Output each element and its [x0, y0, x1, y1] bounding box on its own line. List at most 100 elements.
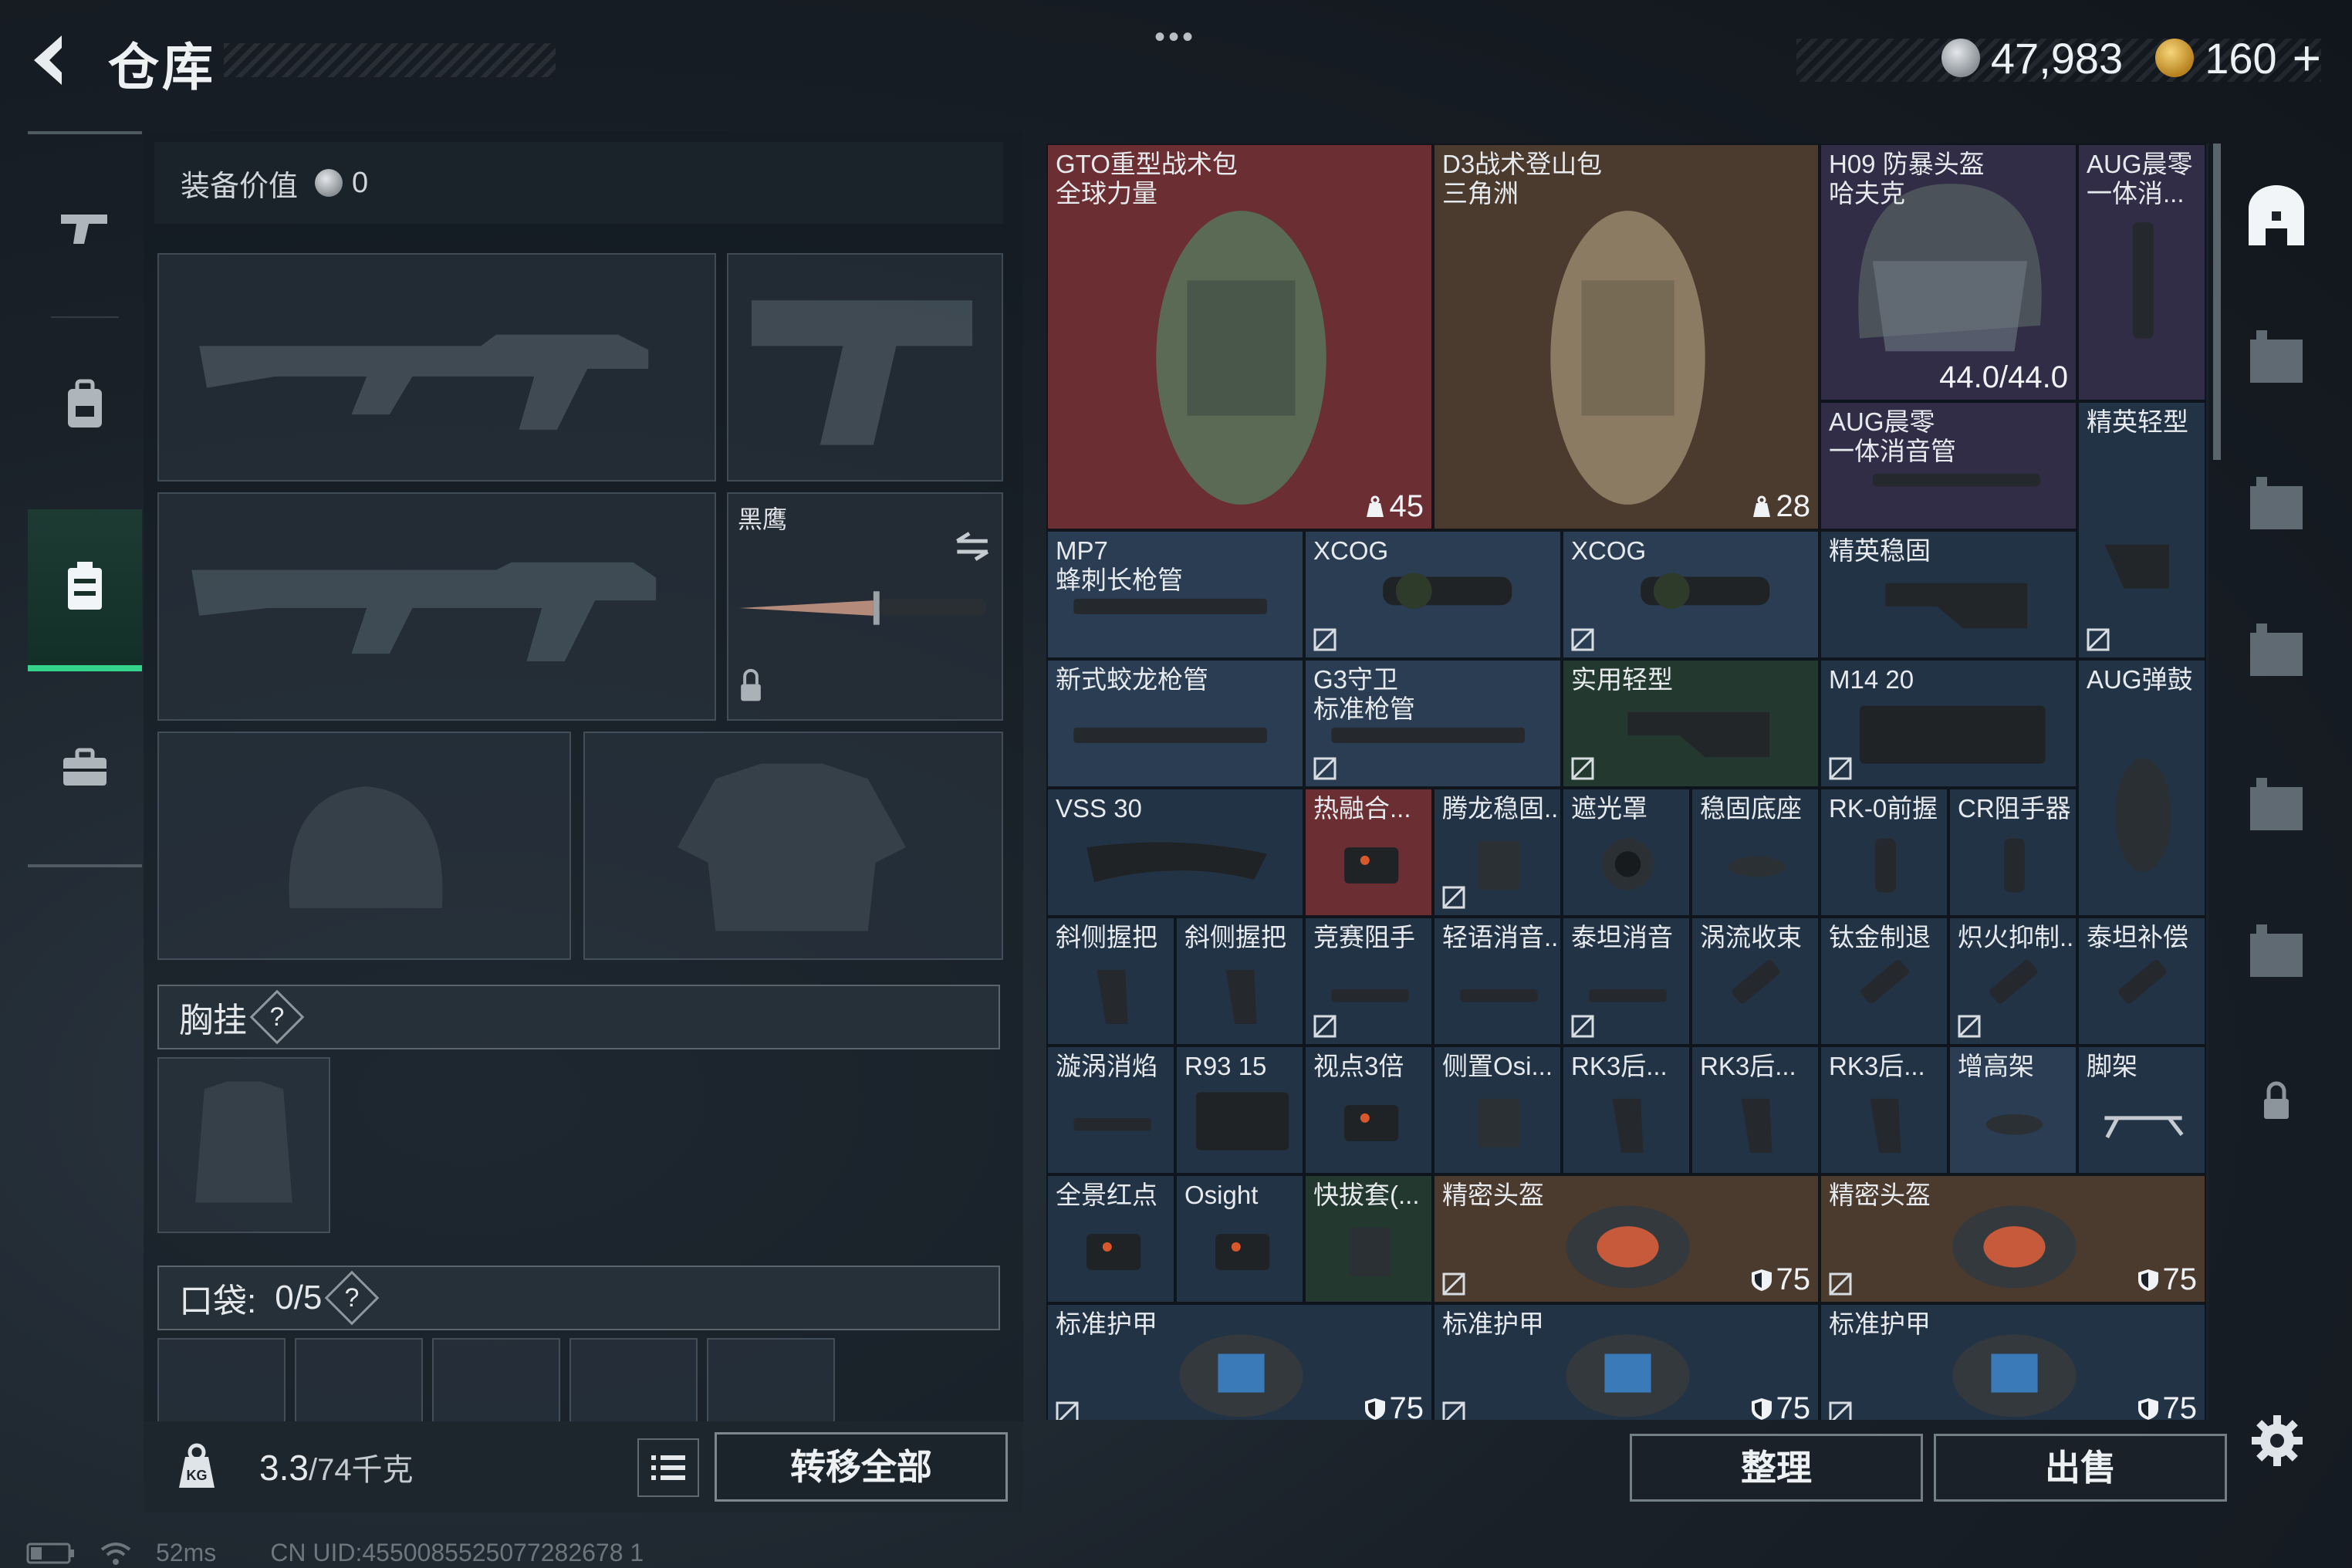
stash-item[interactable]: 精密头盔 75 [1820, 1174, 2206, 1303]
list-view-button[interactable] [637, 1438, 699, 1497]
lock-icon [2264, 1081, 2289, 1119]
stash-item[interactable]: CR阻手器 [1948, 788, 2077, 917]
item-name: XCOG [1571, 536, 1647, 565]
transfer-all-button[interactable]: 转移全部 [715, 1432, 1008, 1502]
weight-icon [1366, 495, 1384, 517]
stash-item[interactable]: RK3后... [1562, 1046, 1691, 1174]
title-stripe [224, 43, 556, 77]
stash-item[interactable]: 斜侧握把 [1175, 917, 1304, 1046]
stash-item[interactable]: 腾龙稳固... [1433, 788, 1562, 917]
loadout-panel: 装备价值 0 黑鹰 胸挂 ? 口袋: 0/5 ? [144, 131, 1023, 1512]
stash-page-6-icon[interactable] [2244, 918, 2309, 983]
stash-item[interactable]: MP7 蜂刺长枪管 [1046, 530, 1304, 659]
stash-item[interactable]: 泰坦补偿 [2077, 917, 2206, 1046]
nav-separator [51, 316, 119, 318]
stash-item[interactable]: 钛金制退 [1820, 917, 1948, 1046]
item-name: RK-0前握 [1829, 794, 1938, 823]
pocket-help-button[interactable]: ? [325, 1270, 380, 1326]
melee-slot[interactable]: 黑鹰 [727, 492, 1003, 721]
stash-item[interactable]: H09 防暴头盔 哈夫克 44.0/44.0 [1820, 144, 2077, 401]
stash-item[interactable]: 泰坦消音 [1562, 917, 1691, 1046]
armor-shield-icon [2137, 1398, 2158, 1420]
stash-item[interactable]: RK3后... [1691, 1046, 1820, 1174]
stash-item[interactable]: 斜侧握把 [1046, 917, 1175, 1046]
item-name: RK3后... [1571, 1052, 1668, 1080]
stash-item[interactable]: 新式蛟龙枪管 [1046, 659, 1304, 788]
item-image [2104, 544, 2169, 589]
pistol-slot[interactable] [727, 253, 1003, 482]
stash-item[interactable]: 竞赛阻手 [1304, 917, 1433, 1046]
stash-item[interactable]: 侧置Osi... [1433, 1046, 1562, 1174]
helmet-slot[interactable] [157, 732, 571, 960]
stash-item[interactable]: M14 20 [1820, 659, 2077, 788]
nav-briefcase[interactable] [28, 687, 142, 849]
home-stash-icon[interactable] [2244, 185, 2309, 250]
no-insure-icon [1313, 1015, 1337, 1038]
stash-item[interactable]: 漩涡消焰 [1046, 1046, 1175, 1174]
stash-item[interactable]: G3守卫 标准枪管 [1304, 659, 1562, 788]
primary-weapon-slot[interactable] [157, 253, 716, 482]
nav-backpack[interactable] [28, 324, 142, 486]
stash-item[interactable]: 标准护甲 75 [1433, 1303, 1820, 1420]
item-badge: 28 [1750, 489, 1810, 524]
stash-item[interactable]: XCOG [1304, 530, 1562, 659]
stash-item[interactable]: 涡流收束 [1691, 917, 1820, 1046]
stash-item[interactable]: 遮光罩 [1562, 788, 1691, 917]
stash-page-2-icon[interactable] [2244, 324, 2309, 389]
stash-page-5-icon[interactable] [2244, 772, 2309, 836]
no-insure-icon [1442, 1401, 1465, 1420]
stash-item[interactable]: 实用轻型 [1562, 659, 1820, 788]
pocket-slot-5[interactable] [707, 1338, 835, 1423]
stash-item[interactable]: R93 15 [1175, 1046, 1304, 1174]
stash-item[interactable]: 精英稳固 [1820, 530, 2077, 659]
stash-item[interactable]: AUG晨零 一体消音管 [1820, 401, 2077, 530]
stash-item[interactable]: 增高架 [1948, 1046, 2077, 1174]
stash-item[interactable]: Osight [1175, 1174, 1304, 1303]
stash-item[interactable]: 稳固底座 [1691, 788, 1820, 917]
stash-page-4-icon[interactable] [2244, 617, 2309, 682]
item-name: 标准护甲 [1056, 1309, 1157, 1338]
item-name: GTO重型战术包 全球力量 [1056, 150, 1238, 208]
pocket-slot-3[interactable] [432, 1338, 560, 1423]
add-currency-button[interactable]: + [2293, 29, 2321, 86]
stash-item[interactable]: 精英轻型 [2077, 401, 2206, 659]
stash-item[interactable]: 视点3倍 [1304, 1046, 1433, 1174]
more-menu-button[interactable]: ••• [1154, 20, 1196, 55]
stash-item[interactable]: 轻语消音... [1433, 917, 1562, 1046]
secondary-weapon-slot[interactable] [157, 492, 716, 721]
stash-item[interactable]: 快拔套(... [1304, 1174, 1433, 1303]
pocket-slot-2[interactable] [295, 1338, 423, 1423]
back-arrow-icon[interactable] [23, 29, 85, 91]
stash-item[interactable]: GTO重型战术包 全球力量 45 [1046, 144, 1433, 530]
pocket-slot-1[interactable] [157, 1338, 286, 1423]
stash-item[interactable]: 标准护甲 75 [1046, 1303, 1433, 1420]
stash-item[interactable]: 精密头盔 75 [1433, 1174, 1820, 1303]
nav-weapons[interactable] [28, 147, 142, 309]
stash-item[interactable]: 热融合... [1304, 788, 1433, 917]
sort-button[interactable]: 整理 [1630, 1434, 1923, 1502]
stash-item[interactable]: 标准护甲 75 [1820, 1303, 2206, 1420]
stash-item[interactable]: 全景红点 [1046, 1174, 1175, 1303]
stash-item[interactable]: D3战术登山包 三角洲 28 [1433, 144, 1820, 530]
stash-item[interactable]: XCOG [1562, 530, 1820, 659]
stash-item[interactable]: RK-0前握 [1820, 788, 1948, 917]
item-badge: 75 [2137, 1391, 2197, 1420]
stash-item[interactable]: 炽火抑制... [1948, 917, 2077, 1046]
stash-item[interactable]: RK3后... [1820, 1046, 1948, 1174]
stash-page-3-icon[interactable] [2244, 471, 2309, 536]
chest-rig-help-button[interactable]: ? [249, 989, 305, 1045]
sell-button[interactable]: 出售 [1934, 1434, 2227, 1502]
ping-value: 52ms [156, 1539, 217, 1566]
settings-gear-icon[interactable] [2250, 1414, 2304, 1468]
nav-warehouse[interactable] [28, 509, 142, 671]
stash-item[interactable]: AUG弹鼓 [2077, 659, 2206, 917]
stash-item[interactable]: VSS 30 [1046, 788, 1304, 917]
chest-rig-slot[interactable] [157, 1057, 330, 1233]
item-name: 脚架 [2087, 1052, 2137, 1080]
stash-item[interactable]: AUG晨零 一体消... [2077, 144, 2206, 401]
armor-slot[interactable] [583, 732, 1003, 960]
stash-item[interactable]: 脚架 [2077, 1046, 2206, 1174]
pocket-slot-4[interactable] [569, 1338, 698, 1423]
stash-scrollbar[interactable] [2213, 144, 2221, 460]
item-image [2114, 758, 2172, 872]
